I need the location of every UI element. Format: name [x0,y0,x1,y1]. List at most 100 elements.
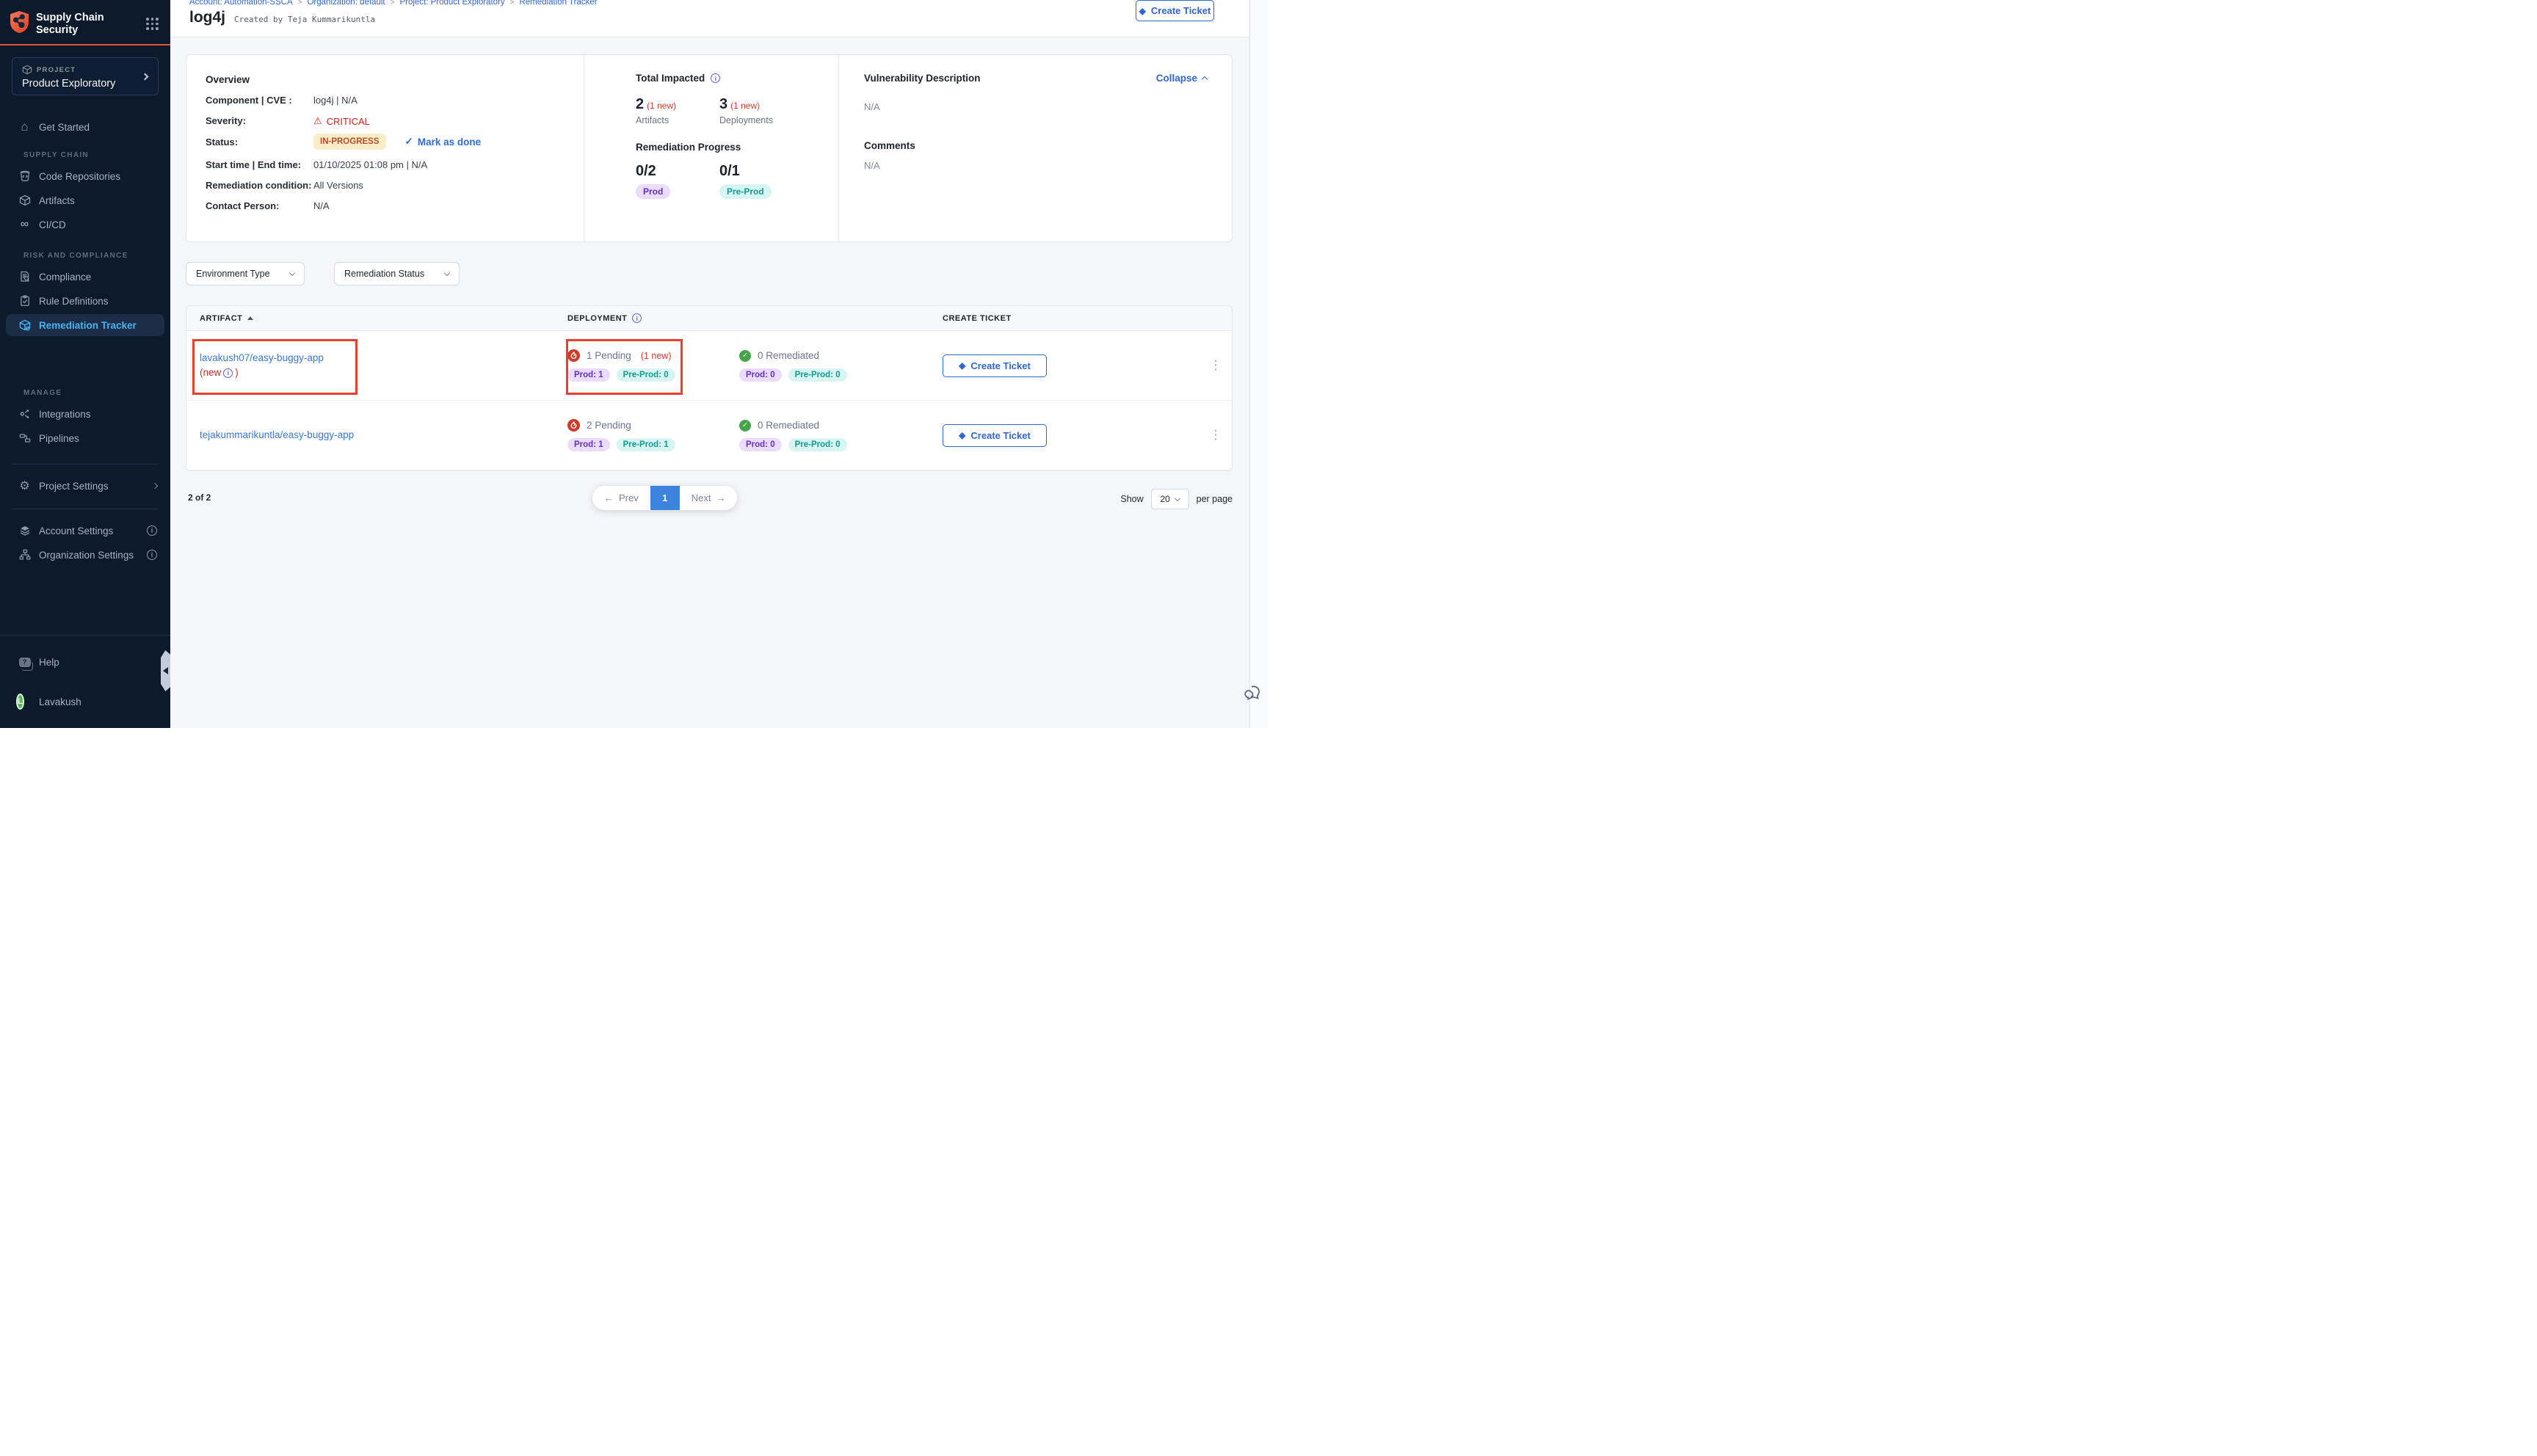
overview-section: Overview Component | CVE :log4j | N/A Se… [186,55,584,241]
breadcrumb-separator: > [298,0,302,7]
page-number-button[interactable]: 1 [650,486,680,510]
remediated-count: 0 Remediated [758,350,819,361]
prev-page-button[interactable]: ←Prev [592,486,650,510]
mark-as-done-button[interactable]: ✓Mark as done [405,136,482,148]
column-artifact: ARTIFACT [200,314,242,323]
sidebar-item-rule-definitions[interactable]: Rule Definitions [0,290,170,312]
impacted-artifacts: 2(1 new) Artifacts [636,96,719,125]
sort-ascending-icon[interactable] [247,316,253,320]
sidebar-item-label: Pipelines [39,433,79,444]
prod-count-badge: Prod: 0 [739,438,782,451]
sidebar-item-account-settings[interactable]: Account Settings i [0,520,170,542]
info-icon[interactable]: i [632,313,642,323]
remediated-check-icon: ✓ [739,420,751,432]
breadcrumb-project-link[interactable]: Project: Product Exploratory [399,0,504,7]
sidebar-item-organization-settings[interactable]: Organization Settings i [0,544,170,566]
info-icon[interactable]: i [711,73,720,83]
vulnerability-description-title: Vulnerability Description [864,73,981,84]
page-title: log4j [189,9,225,26]
integrations-icon [18,408,31,421]
per-page-label: per page [1197,494,1233,504]
time-value: 01/10/2025 01:08 pm | N/A [313,159,427,170]
info-icon[interactable]: i [223,368,233,378]
sidebar-item-help[interactable]: Help [0,651,170,673]
project-selector[interactable]: PROJECT Product Exploratory [12,57,159,95]
remediated-count: 0 Remediated [758,420,819,431]
sidebar-item-label: Organization Settings [39,550,134,561]
environment-type-filter[interactable]: Environment Type [186,262,305,285]
home-icon: ⌂ [18,121,31,134]
component-cve-label: Component | CVE : [206,95,313,106]
create-ticket-button[interactable]: ◆ Create Ticket [943,354,1047,377]
info-icon[interactable]: i [147,550,157,560]
row-menu-kebab-icon[interactable]: ⋮ [1197,358,1234,373]
page-size-select[interactable]: 20 [1151,489,1189,509]
sidebar-item-compliance[interactable]: Compliance [0,266,170,288]
pending-count: 2 Pending [587,420,631,431]
warning-icon: ⚠ [313,115,322,127]
breadcrumb-remediation-tracker-link[interactable]: Remediation Tracker [519,0,597,7]
table-row: lavakush07/easy-buggy-app (newi) 1 Pendi… [186,331,1232,401]
pending-count: 1 Pending [587,350,631,361]
remediation-tracker-icon [18,319,31,332]
sidebar-item-code-repositories[interactable]: Code Repositories [0,165,170,187]
breadcrumb: Account: Automation-SSCA > Organization: d… [189,0,1249,7]
sidebar-item-get-started[interactable]: ⌂ Get Started [0,116,170,138]
pagination-summary: 2 of 2 [188,492,211,503]
sidebar-header: Supply Chain Security [0,0,170,46]
breadcrumb-account-link[interactable]: Account: Automation-SSCA [189,0,293,7]
info-icon[interactable]: i [147,525,157,536]
vulnerability-section: Vulnerability Description Collapse N/A C… [838,55,1232,241]
breadcrumb-separator: > [510,0,515,7]
chevron-down-icon [1175,495,1180,500]
sidebar-item-artifacts[interactable]: Artifacts [0,189,170,211]
user-menu[interactable]: L Lavakush [0,691,170,713]
time-label: Start time | End time: [206,159,313,170]
artifact-link[interactable]: lavakush07/easy-buggy-app [200,352,324,363]
remediation-status-filter[interactable]: Remediation Status [334,262,460,285]
sidebar-item-integrations[interactable]: Integrations [0,403,170,425]
overview-title: Overview [206,74,584,85]
pending-new-count: (1 new) [641,351,672,361]
prod-progress: 0/2 Prod [636,163,719,199]
chevron-up-icon [1202,76,1208,82]
status-label: Status: [206,136,313,148]
prod-count-badge: Prod: 0 [739,368,782,382]
apps-grid-icon[interactable] [146,18,159,30]
next-page-button[interactable]: Next→ [680,486,738,510]
sidebar-item-label: Get Started [39,122,90,133]
layers-gear-icon [18,525,31,537]
condition-label: Remediation condition: [206,180,313,191]
check-icon: ✓ [405,136,413,148]
contact-label: Contact Person: [206,200,313,211]
breadcrumb-organization-link[interactable]: Organization: default [307,0,385,7]
create-ticket-button[interactable]: ◆ Create Ticket [1136,0,1214,21]
help-chat-icon [18,656,31,669]
sidebar: Supply Chain Security PROJECT Product Ex… [0,0,170,728]
sidebar-item-cicd[interactable]: ∞ CI/CD [0,214,170,236]
pipelines-icon [18,432,31,445]
support-chat-icon[interactable] [1242,682,1264,705]
gear-icon: ⚙ [18,480,31,492]
row-menu-kebab-icon[interactable]: ⋮ [1197,428,1234,443]
column-create-ticket: CREATE TICKET [943,314,1012,323]
comments-title: Comments [864,140,1207,151]
filters-bar: Environment Type Remediation Status [186,262,1233,285]
create-ticket-button[interactable]: ◆ Create Ticket [943,424,1047,447]
sidebar-item-remediation-tracker[interactable]: Remediation Tracker [6,314,164,336]
sidebar-item-project-settings[interactable]: ⚙ Project Settings [0,475,170,497]
sidebar-divider [12,464,159,465]
collapse-button[interactable]: Collapse [1156,73,1207,84]
prod-count-badge: Prod: 1 [567,368,610,382]
sidebar-collapse-handle[interactable] [161,650,171,691]
impacted-deployments: 3(1 new) Deployments [719,96,803,125]
arrow-right-icon: → [716,492,725,503]
chevron-down-icon [289,269,295,275]
overview-card: Overview Component | CVE :log4j | N/A Se… [186,54,1233,242]
sidebar-item-pipelines[interactable]: Pipelines [0,427,170,449]
sidebar-item-label: CI/CD [39,219,66,230]
preprod-count-badge: Pre-Prod: 1 [617,438,675,451]
remediation-progress-title: Remediation Progress [636,142,838,153]
artifact-link[interactable]: tejakummarikuntla/easy-buggy-app [200,429,354,440]
breadcrumb-separator: > [391,0,395,7]
